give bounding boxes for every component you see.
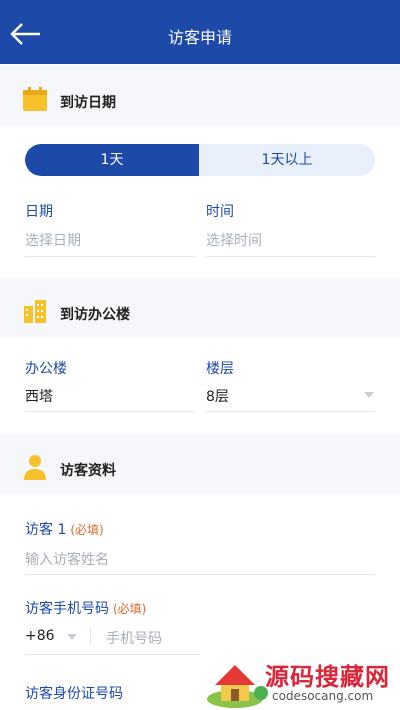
tab-one-day[interactable]: 1天 bbox=[25, 144, 199, 176]
building-icon bbox=[24, 300, 46, 323]
floor-select[interactable]: 8层 bbox=[206, 386, 229, 406]
section-office: 到访办公楼 bbox=[0, 278, 400, 338]
watermark-title: 源码搜藏网 bbox=[265, 663, 390, 691]
section-title: 到访日期 bbox=[60, 95, 116, 111]
person-icon bbox=[24, 455, 46, 480]
required-tag: (必填) bbox=[70, 523, 104, 537]
divider bbox=[25, 574, 375, 575]
divider bbox=[206, 411, 375, 412]
date-label: 日期 bbox=[25, 204, 53, 220]
required-tag: (必填) bbox=[113, 602, 147, 616]
app-bar: 访客申请 bbox=[0, 0, 400, 64]
chevron-down-icon[interactable] bbox=[364, 392, 374, 398]
section-visitor-info: 访客资料 bbox=[0, 434, 400, 494]
time-picker[interactable]: 选择时间 bbox=[206, 230, 262, 250]
duration-selector: 1天 1天以上 bbox=[25, 144, 375, 176]
visitor-name-label: 访客 1 (必填) bbox=[25, 519, 104, 539]
date-picker[interactable]: 选择日期 bbox=[25, 230, 81, 250]
visitor-name-input[interactable]: 输入访客姓名 bbox=[25, 549, 109, 569]
floor-label: 楼层 bbox=[206, 361, 234, 377]
visitor-phone-label: 访客手机号码 (必填) bbox=[25, 598, 146, 618]
time-label: 时间 bbox=[206, 204, 234, 220]
section-title: 访客资料 bbox=[60, 463, 116, 479]
divider bbox=[206, 256, 375, 257]
chevron-down-icon[interactable] bbox=[67, 634, 77, 640]
phone-input[interactable]: 手机号码 bbox=[106, 628, 162, 648]
page-title: 访客申请 bbox=[167, 28, 232, 47]
section-title: 到访办公楼 bbox=[60, 307, 130, 323]
building-label: 办公楼 bbox=[25, 361, 67, 377]
divider bbox=[25, 256, 195, 257]
visitor-phone-label-text: 访客手机号码 bbox=[25, 601, 109, 617]
watermark-site: codesocang.com bbox=[272, 689, 374, 703]
divider bbox=[25, 654, 200, 655]
divider bbox=[25, 411, 195, 412]
visitor-name-label-text: 访客 1 bbox=[25, 522, 67, 538]
calendar-icon bbox=[23, 87, 47, 111]
visitor-id-label: 访客身份证号码 bbox=[25, 686, 123, 702]
section-visit-date: 到访日期 bbox=[0, 66, 400, 126]
tab-more-than-one-day[interactable]: 1天以上 bbox=[199, 144, 375, 176]
separator bbox=[90, 628, 91, 644]
building-select[interactable]: 西塔 bbox=[25, 386, 53, 406]
country-code-select[interactable]: +86 bbox=[25, 628, 55, 644]
